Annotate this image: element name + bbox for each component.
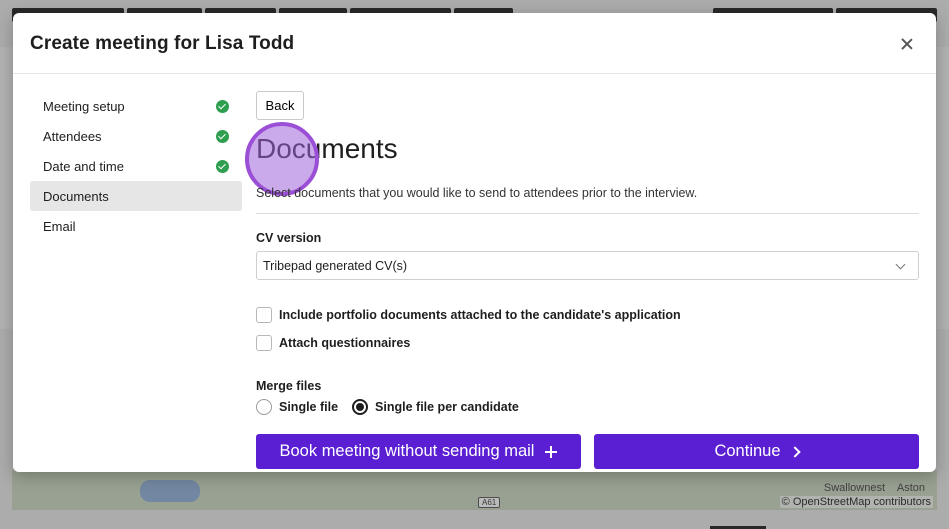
step-date-and-time[interactable]: Date and time <box>30 151 242 181</box>
questionnaires-checkbox-row: Attach questionnaires <box>256 335 410 351</box>
check-circle-icon <box>216 99 229 113</box>
step-meeting-setup[interactable]: Meeting setup <box>30 91 242 121</box>
back-button[interactable]: Back <box>256 91 304 120</box>
questionnaires-checkbox[interactable] <box>256 335 272 351</box>
create-meeting-modal: Create meeting for Lisa Todd Meeting set… <box>13 13 936 472</box>
single-file-radio[interactable] <box>256 399 272 415</box>
wizard-steps: Meeting setup Attendees Date and time Do… <box>30 91 242 241</box>
portfolio-checkbox-label[interactable]: Include portfolio documents attached to … <box>279 308 681 322</box>
check-circle-icon <box>216 159 229 173</box>
step-label: Email <box>43 218 76 234</box>
step-label: Date and time <box>43 158 124 174</box>
click-indicator <box>245 122 319 196</box>
modal-header: Create meeting for Lisa Todd <box>13 13 936 74</box>
cv-version-label: CV version <box>256 231 322 245</box>
book-without-mail-button[interactable]: Book meeting without sending mail <box>256 434 581 469</box>
chevron-down-icon <box>895 259 906 270</box>
step-label: Attendees <box>43 128 102 144</box>
single-file-per-candidate-radio[interactable] <box>352 399 369 415</box>
cv-version-value: Tribepad generated CV(s) <box>263 258 408 273</box>
portfolio-checkbox-row: Include portfolio documents attached to … <box>256 307 681 323</box>
chevron-right-icon <box>788 445 801 458</box>
continue-label: Continue <box>714 442 781 460</box>
check-circle-icon <box>216 129 229 143</box>
merge-files-label: Merge files <box>256 379 322 393</box>
step-label: Documents <box>43 188 109 204</box>
portfolio-checkbox[interactable] <box>256 307 272 323</box>
questionnaires-checkbox-label[interactable]: Attach questionnaires <box>279 336 410 350</box>
divider <box>256 213 919 214</box>
continue-button[interactable]: Continue <box>594 434 919 469</box>
single-file-per-candidate-label[interactable]: Single file per candidate <box>375 400 519 414</box>
plus-icon <box>545 445 558 458</box>
single-file-label[interactable]: Single file <box>279 400 338 414</box>
modal-title: Create meeting for Lisa Todd <box>30 33 295 54</box>
cv-version-select[interactable]: Tribepad generated CV(s) <box>256 251 919 280</box>
step-documents[interactable]: Documents <box>30 181 242 211</box>
close-icon[interactable] <box>898 35 916 53</box>
merge-files-options: Single file Single file per candidate <box>256 399 533 415</box>
step-email[interactable]: Email <box>30 211 242 241</box>
page-subtitle: Select documents that you would like to … <box>256 186 698 200</box>
step-attendees[interactable]: Attendees <box>30 121 242 151</box>
book-without-mail-label: Book meeting without sending mail <box>279 442 535 460</box>
step-label: Meeting setup <box>43 98 125 114</box>
